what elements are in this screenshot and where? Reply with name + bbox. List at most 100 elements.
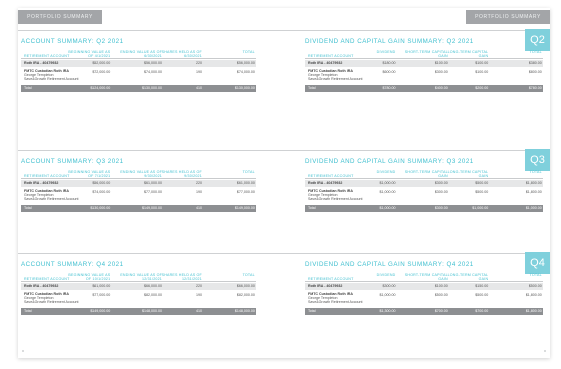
account-label: Roth IRA - 40479932 [24,61,59,65]
account-summary-title: ACCOUNT SUMMARY: Q2 2021 [21,38,124,45]
quarter-badge: Q3 [525,149,550,171]
table-cell: $1,000.00 [379,181,396,185]
table-cell: $74,000.00 [92,190,111,194]
table-total-row: Total $1,000.00 $300.00 $1,000.00 $1,000.00 [305,205,543,212]
quarter-badge: Q4 [525,252,550,274]
table-row: Roth IRA - 40479932 $300.00 $100.00 $150.00… [305,283,543,290]
column-header: RETIREMENT ACCOUNT [308,54,354,58]
table-cell: $66,000.00 [144,284,162,288]
dividend-summary-title: DIVIDEND AND CAPITAL GAIN SUMMARY: Q2 20… [305,38,474,45]
table-cell: $180.00 [382,61,396,65]
table-cell: $300.00 [434,70,448,74]
total-cell: $200.00 [475,86,489,90]
table-cell: $1,800.00 [525,181,542,185]
table-cell: $380.00 [528,61,542,65]
table-cell: $56,000.00 [236,61,255,65]
account-summary-table: RETIREMENT ACCOUNT BEGINNING VALUE AS OF … [21,50,256,100]
table-total-row: Total $130,000.00 $149,000.00 410 $149,000.0… [21,205,256,212]
table-header: RETIREMENT ACCOUNT DIVIDEND SHORT-TERM CAP… [305,50,543,59]
column-header: BEGINNING VALUE AS OF 7/1/2021 [68,170,111,179]
section-divider [18,253,550,254]
table-cell: 220 [195,181,202,185]
column-header: DIVIDEND [376,170,396,174]
table-row: FMTC Custodian Roth IRA George Templeton S… [21,189,256,203]
table-cell: 220 [195,284,202,288]
total-cell: $148,000.00 [142,309,162,313]
table-cell: $500.00 [528,284,542,288]
table-header: RETIREMENT ACCOUNT BEGINNING VALUE AS OF … [21,170,256,179]
total-cell: $780.00 [382,86,396,90]
table-row: FMTC Custodian Roth IRA George Templeton S… [305,292,543,306]
table-total-row: Total $149,000.00 $148,000.00 410 $148,000.0… [21,308,256,315]
table-cell: $52,000.00 [92,61,111,65]
table-row: FMTC Custodian Roth IRA George Templeton S… [21,69,256,83]
total-cell: $149,000.00 [142,206,162,210]
portfolio-summary-tab-right[interactable]: PORTFOLIO SUMMARY [466,10,550,24]
total-cell: $130,000.00 [234,86,255,90]
column-header: LONG-TERM CAPITAL GAIN [447,50,489,59]
section-divider [18,150,550,151]
table-cell: 220 [195,61,202,65]
total-label: Total [308,206,316,210]
account-summary-title: ACCOUNT SUMMARY: Q4 2021 [21,261,124,268]
total-label: Total [24,206,32,210]
total-label: Total [308,86,316,90]
dividend-summary-title: DIVIDEND AND CAPITAL GAIN SUMMARY: Q3 20… [305,158,474,165]
account-label: Roth IRA - 40479932 [308,181,343,185]
column-header: SHARES HELD AS OF 12/31/2021 [161,273,202,282]
column-header: BEGINNING VALUE AS OF 4/1/2021 [68,50,111,59]
portfolio-summary-tab-left[interactable]: PORTFOLIO SUMMARY [18,10,102,24]
table-cell: $1,000.00 [379,190,396,194]
table-total-row: Total $124,000.00 $130,000.00 410 $130,000.0… [21,85,256,92]
account-plan: Save&Growth Retirement Account [24,76,79,81]
table-cell: $82,000.00 [236,293,255,297]
column-header: SHARES HELD AS OF 9/30/2021 [161,170,202,179]
page-marker-left [22,350,24,352]
portfolio-summary-page: PORTFOLIO SUMMARY PORTFOLIO SUMMARY Q2 AC… [18,8,550,358]
account-plan: Save&Growth Retirement Account [308,299,363,304]
table-cell: $74,000.00 [144,70,162,74]
total-cell: $400.00 [434,86,448,90]
table-row: Roth IRA - 40479932 $52,000.00 $56,000.00 2… [21,60,256,67]
column-header: RETIREMENT ACCOUNT [308,277,354,281]
total-cell: $300.00 [434,206,448,210]
account-plan: Save&Growth Retirement Account [24,196,79,201]
table-header: RETIREMENT ACCOUNT DIVIDEND SHORT-TERM CAP… [305,273,543,282]
table-row: FMTC Custodian Roth IRA George Templeton S… [21,292,256,306]
column-header: TOTAL [529,170,542,174]
table-cell: $100.00 [475,61,489,65]
table-cell: $100.00 [434,284,448,288]
dividend-summary-table: RETIREMENT ACCOUNT DIVIDEND SHORT-TERM CAP… [305,50,543,100]
table-cell: $100.00 [475,70,489,74]
table-cell: $150.00 [475,284,489,288]
table-cell: $500.00 [434,293,448,297]
quarter-badge: Q2 [525,29,550,51]
table-cell: $56,000.00 [144,61,162,65]
total-cell: $1,800.00 [525,309,542,313]
column-header: SHARES HELD AS OF 6/30/2021 [161,50,202,59]
dividend-summary-title: DIVIDEND AND CAPITAL GAIN SUMMARY: Q4 20… [305,261,474,268]
table-cell: $77,000.00 [144,190,162,194]
table-row: Roth IRA - 40479932 $1,000.00 $300.00 $500.… [305,180,543,187]
table-cell: $61,000.00 [92,284,111,288]
total-cell: $130,000.00 [90,206,111,210]
table-cell: $77,000.00 [92,293,111,297]
section-divider [18,30,550,31]
table-cell: 190 [195,70,202,74]
account-plan: Save&Growth Retirement Account [308,196,363,201]
column-header: TOTAL [529,50,542,54]
total-cell: $1,000.00 [472,206,489,210]
table-cell: $1,800.00 [525,190,542,194]
table-cell: $800.00 [528,70,542,74]
table-row: Roth IRA - 40479932 $61,000.00 $66,000.00 2… [21,283,256,290]
table-cell: $500.00 [475,190,489,194]
column-header: LONG-TERM CAPITAL GAIN [447,273,489,282]
table-cell: $77,000.00 [236,190,255,194]
table-cell: $1,000.00 [379,293,396,297]
table-total-row: Total $1,300.00 $700.00 $700.00 $1,800.00 [305,308,543,315]
total-cell: 410 [195,309,202,313]
column-header: BEGINNING VALUE AS OF 10/1/2021 [68,273,111,282]
column-header: DIVIDEND [376,50,396,54]
table-cell: $600.00 [382,70,396,74]
table-header: RETIREMENT ACCOUNT BEGINNING VALUE AS OF … [21,273,256,282]
